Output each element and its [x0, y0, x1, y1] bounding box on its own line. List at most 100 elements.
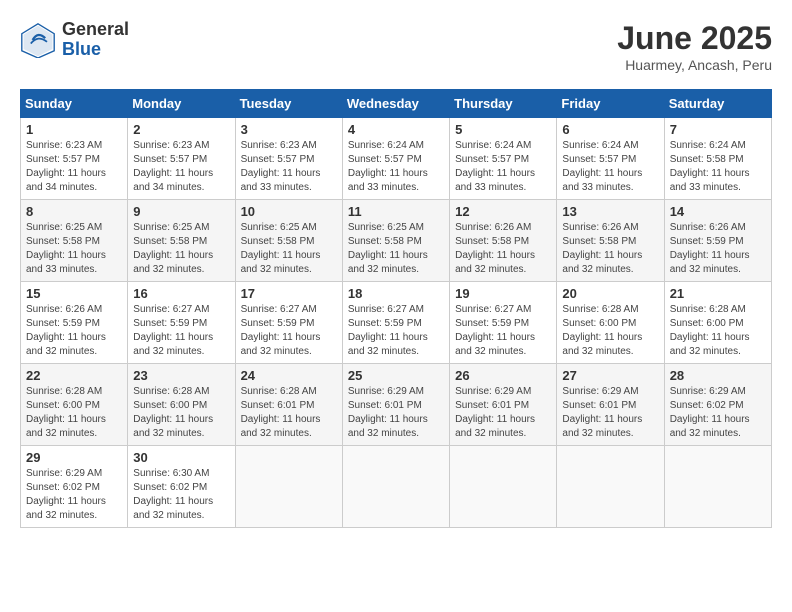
calendar-header-friday: Friday — [557, 90, 664, 118]
day-number: 7 — [670, 122, 766, 137]
day-info: Sunrise: 6:25 AM Sunset: 5:58 PM Dayligh… — [241, 221, 337, 277]
calendar-week-row: 29 Sunrise: 6:29 AM Sunset: 6:02 PM Dayl… — [21, 446, 772, 528]
calendar-week-row: 1 Sunrise: 6:23 AM Sunset: 5:57 PM Dayli… — [21, 118, 772, 200]
day-number: 19 — [455, 286, 551, 301]
day-info: Sunrise: 6:27 AM Sunset: 5:59 PM Dayligh… — [133, 303, 229, 359]
day-number: 6 — [562, 122, 658, 137]
calendar-cell: 4 Sunrise: 6:24 AM Sunset: 5:57 PM Dayli… — [342, 118, 449, 200]
calendar-week-row: 15 Sunrise: 6:26 AM Sunset: 5:59 PM Dayl… — [21, 282, 772, 364]
day-number: 29 — [26, 450, 122, 465]
day-number: 24 — [241, 368, 337, 383]
day-info: Sunrise: 6:28 AM Sunset: 6:01 PM Dayligh… — [241, 385, 337, 441]
calendar-header-thursday: Thursday — [450, 90, 557, 118]
day-number: 22 — [26, 368, 122, 383]
day-info: Sunrise: 6:27 AM Sunset: 5:59 PM Dayligh… — [241, 303, 337, 359]
day-info: Sunrise: 6:27 AM Sunset: 5:59 PM Dayligh… — [455, 303, 551, 359]
calendar-header-monday: Monday — [128, 90, 235, 118]
day-number: 23 — [133, 368, 229, 383]
calendar-cell — [235, 446, 342, 528]
day-info: Sunrise: 6:27 AM Sunset: 5:59 PM Dayligh… — [348, 303, 444, 359]
calendar-header-row: SundayMondayTuesdayWednesdayThursdayFrid… — [21, 90, 772, 118]
calendar-cell: 22 Sunrise: 6:28 AM Sunset: 6:00 PM Dayl… — [21, 364, 128, 446]
calendar-cell: 30 Sunrise: 6:30 AM Sunset: 6:02 PM Dayl… — [128, 446, 235, 528]
calendar-header-sunday: Sunday — [21, 90, 128, 118]
calendar-cell: 27 Sunrise: 6:29 AM Sunset: 6:01 PM Dayl… — [557, 364, 664, 446]
calendar-cell — [342, 446, 449, 528]
calendar-header-wednesday: Wednesday — [342, 90, 449, 118]
calendar-cell: 20 Sunrise: 6:28 AM Sunset: 6:00 PM Dayl… — [557, 282, 664, 364]
day-info: Sunrise: 6:29 AM Sunset: 6:02 PM Dayligh… — [670, 385, 766, 441]
calendar-cell: 12 Sunrise: 6:26 AM Sunset: 5:58 PM Dayl… — [450, 200, 557, 282]
day-number: 13 — [562, 204, 658, 219]
day-info: Sunrise: 6:28 AM Sunset: 6:00 PM Dayligh… — [26, 385, 122, 441]
calendar-cell — [664, 446, 771, 528]
calendar-cell: 28 Sunrise: 6:29 AM Sunset: 6:02 PM Dayl… — [664, 364, 771, 446]
calendar-cell: 3 Sunrise: 6:23 AM Sunset: 5:57 PM Dayli… — [235, 118, 342, 200]
day-number: 3 — [241, 122, 337, 137]
day-info: Sunrise: 6:24 AM Sunset: 5:57 PM Dayligh… — [455, 139, 551, 195]
calendar-header-saturday: Saturday — [664, 90, 771, 118]
day-info: Sunrise: 6:29 AM Sunset: 6:02 PM Dayligh… — [26, 467, 122, 523]
day-info: Sunrise: 6:26 AM Sunset: 5:58 PM Dayligh… — [562, 221, 658, 277]
day-number: 8 — [26, 204, 122, 219]
calendar-cell — [557, 446, 664, 528]
location-subtitle: Huarmey, Ancash, Peru — [617, 57, 772, 73]
day-number: 27 — [562, 368, 658, 383]
calendar-cell: 18 Sunrise: 6:27 AM Sunset: 5:59 PM Dayl… — [342, 282, 449, 364]
day-info: Sunrise: 6:23 AM Sunset: 5:57 PM Dayligh… — [26, 139, 122, 195]
day-number: 14 — [670, 204, 766, 219]
day-number: 4 — [348, 122, 444, 137]
day-info: Sunrise: 6:29 AM Sunset: 6:01 PM Dayligh… — [562, 385, 658, 441]
logo-icon — [20, 22, 56, 58]
calendar-week-row: 8 Sunrise: 6:25 AM Sunset: 5:58 PM Dayli… — [21, 200, 772, 282]
day-info: Sunrise: 6:28 AM Sunset: 6:00 PM Dayligh… — [670, 303, 766, 359]
day-number: 9 — [133, 204, 229, 219]
logo-text: General Blue — [62, 20, 129, 60]
logo-general-text: General — [62, 19, 129, 39]
day-number: 16 — [133, 286, 229, 301]
day-info: Sunrise: 6:24 AM Sunset: 5:57 PM Dayligh… — [348, 139, 444, 195]
day-info: Sunrise: 6:26 AM Sunset: 5:58 PM Dayligh… — [455, 221, 551, 277]
calendar-cell: 5 Sunrise: 6:24 AM Sunset: 5:57 PM Dayli… — [450, 118, 557, 200]
calendar-cell: 14 Sunrise: 6:26 AM Sunset: 5:59 PM Dayl… — [664, 200, 771, 282]
calendar-cell: 29 Sunrise: 6:29 AM Sunset: 6:02 PM Dayl… — [21, 446, 128, 528]
day-number: 15 — [26, 286, 122, 301]
day-info: Sunrise: 6:30 AM Sunset: 6:02 PM Dayligh… — [133, 467, 229, 523]
day-number: 11 — [348, 204, 444, 219]
calendar-cell: 15 Sunrise: 6:26 AM Sunset: 5:59 PM Dayl… — [21, 282, 128, 364]
calendar-cell: 11 Sunrise: 6:25 AM Sunset: 5:58 PM Dayl… — [342, 200, 449, 282]
calendar-cell: 2 Sunrise: 6:23 AM Sunset: 5:57 PM Dayli… — [128, 118, 235, 200]
day-info: Sunrise: 6:25 AM Sunset: 5:58 PM Dayligh… — [348, 221, 444, 277]
day-info: Sunrise: 6:25 AM Sunset: 5:58 PM Dayligh… — [26, 221, 122, 277]
calendar-cell: 10 Sunrise: 6:25 AM Sunset: 5:58 PM Dayl… — [235, 200, 342, 282]
day-number: 2 — [133, 122, 229, 137]
day-info: Sunrise: 6:23 AM Sunset: 5:57 PM Dayligh… — [241, 139, 337, 195]
day-number: 25 — [348, 368, 444, 383]
calendar-cell: 24 Sunrise: 6:28 AM Sunset: 6:01 PM Dayl… — [235, 364, 342, 446]
calendar-table: SundayMondayTuesdayWednesdayThursdayFrid… — [20, 89, 772, 528]
day-number: 12 — [455, 204, 551, 219]
day-number: 20 — [562, 286, 658, 301]
day-info: Sunrise: 6:24 AM Sunset: 5:58 PM Dayligh… — [670, 139, 766, 195]
day-info: Sunrise: 6:24 AM Sunset: 5:57 PM Dayligh… — [562, 139, 658, 195]
day-number: 26 — [455, 368, 551, 383]
month-title: June 2025 — [617, 20, 772, 57]
day-info: Sunrise: 6:26 AM Sunset: 5:59 PM Dayligh… — [670, 221, 766, 277]
calendar-header-tuesday: Tuesday — [235, 90, 342, 118]
day-info: Sunrise: 6:28 AM Sunset: 6:00 PM Dayligh… — [133, 385, 229, 441]
calendar-cell: 17 Sunrise: 6:27 AM Sunset: 5:59 PM Dayl… — [235, 282, 342, 364]
calendar-cell: 19 Sunrise: 6:27 AM Sunset: 5:59 PM Dayl… — [450, 282, 557, 364]
calendar-cell: 6 Sunrise: 6:24 AM Sunset: 5:57 PM Dayli… — [557, 118, 664, 200]
calendar-cell: 25 Sunrise: 6:29 AM Sunset: 6:01 PM Dayl… — [342, 364, 449, 446]
calendar-cell: 8 Sunrise: 6:25 AM Sunset: 5:58 PM Dayli… — [21, 200, 128, 282]
day-number: 28 — [670, 368, 766, 383]
calendar-cell: 23 Sunrise: 6:28 AM Sunset: 6:00 PM Dayl… — [128, 364, 235, 446]
calendar-cell: 21 Sunrise: 6:28 AM Sunset: 6:00 PM Dayl… — [664, 282, 771, 364]
calendar-cell: 13 Sunrise: 6:26 AM Sunset: 5:58 PM Dayl… — [557, 200, 664, 282]
day-number: 30 — [133, 450, 229, 465]
calendar-cell: 16 Sunrise: 6:27 AM Sunset: 5:59 PM Dayl… — [128, 282, 235, 364]
logo-blue-text: Blue — [62, 39, 101, 59]
page-header: General Blue June 2025 Huarmey, Ancash, … — [20, 20, 772, 73]
day-number: 18 — [348, 286, 444, 301]
day-info: Sunrise: 6:29 AM Sunset: 6:01 PM Dayligh… — [348, 385, 444, 441]
